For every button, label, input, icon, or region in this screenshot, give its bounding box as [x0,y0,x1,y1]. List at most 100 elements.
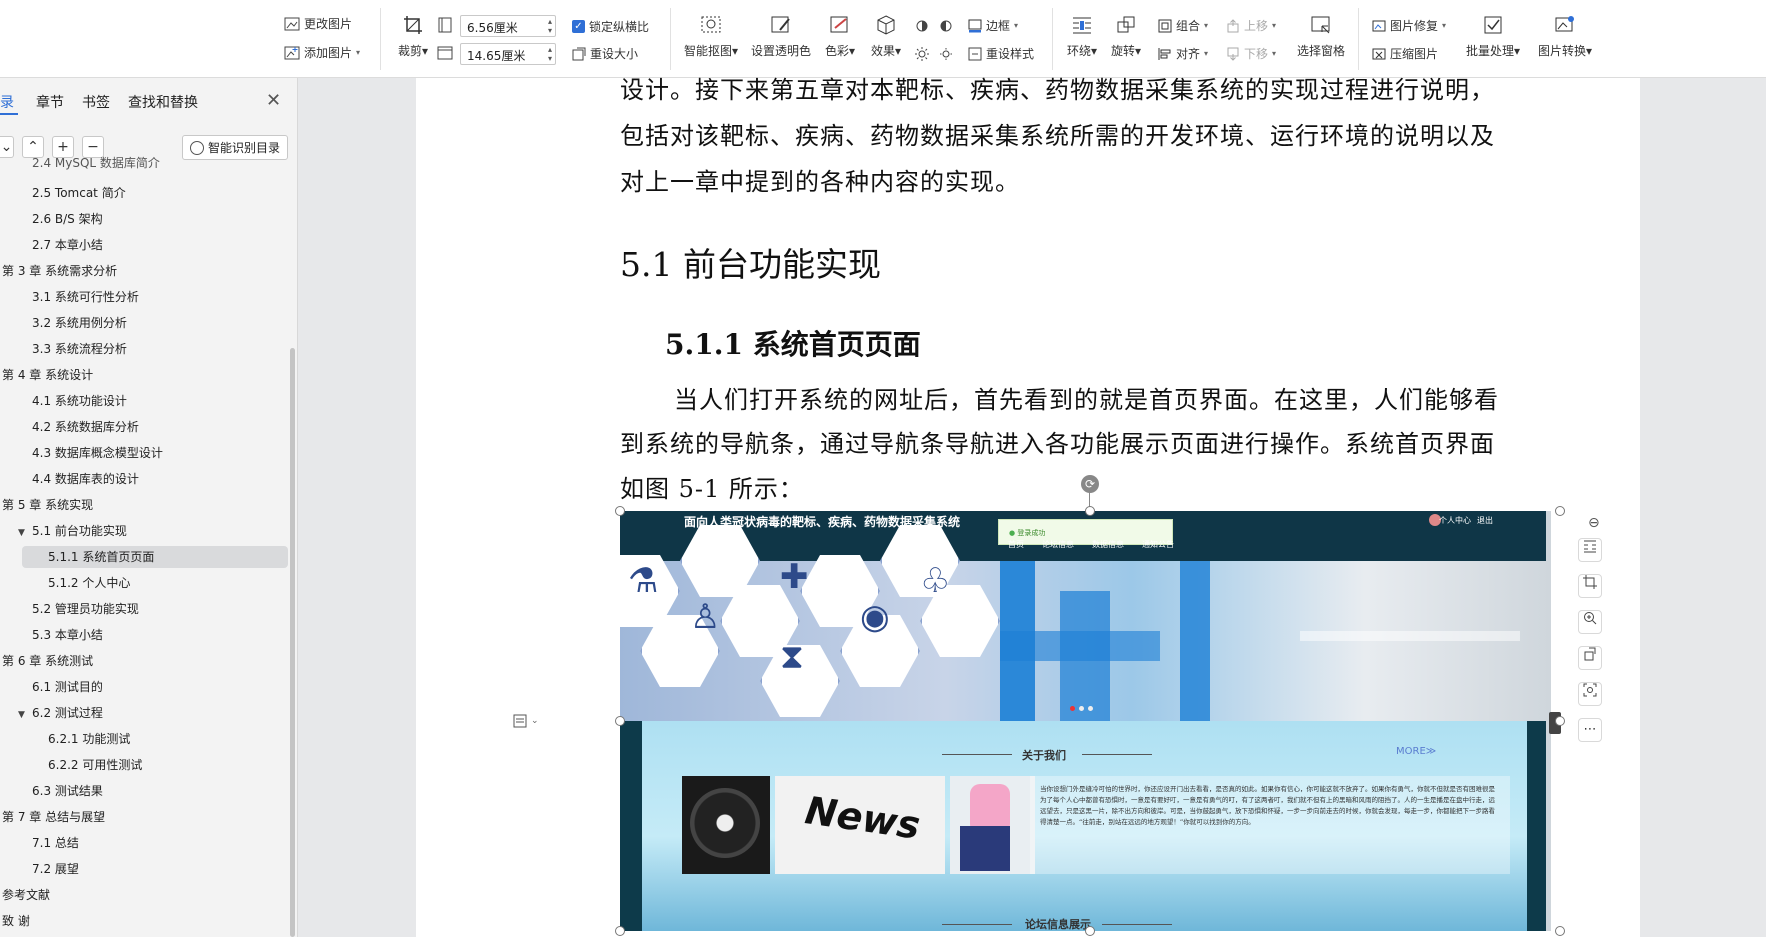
width-input[interactable]: 6.56厘米 ▴ ▾ [460,15,556,37]
lock-ratio-checkbox[interactable]: ✓ 锁定纵横比 [572,18,649,35]
rotate-float-button[interactable] [1578,646,1602,670]
toc-item[interactable]: 参考文献 [2,884,50,906]
heading-1[interactable]: 5.1 前台功能实现 [620,238,881,286]
sun-icon[interactable] [914,46,930,62]
toc-item[interactable]: 2.6 B/S 架构 [32,208,103,230]
effects-button[interactable]: 效果▾ [866,14,906,59]
toc-item[interactable]: 2.7 本章小结 [32,234,103,256]
resize-handle-sw[interactable] [615,926,625,936]
body-text-line[interactable]: 对上一章中提到的各种内容的实现。 [620,162,1020,197]
expand-toggle-icon[interactable]: ▼ [18,704,32,726]
toc-item[interactable]: 2.5 Tomcat 简介 [32,182,126,204]
resize-handle-nw[interactable] [615,506,625,516]
resize-handle-w[interactable] [615,716,625,726]
brightness-up-icon[interactable] [914,18,930,34]
toc-item[interactable]: 6.3 测试结果 [32,780,103,802]
smart-toc-button[interactable]: 智能识别目录 [182,135,289,160]
toc-item[interactable]: 6.2.1 功能测试 [48,728,130,750]
heading-2[interactable]: 5.1.1 系统首页页面 [665,323,921,363]
add-picture-button[interactable]: 添加图片 ▾ [284,44,360,61]
toc-item[interactable]: 致 谢 [2,910,30,932]
toc-item-partial[interactable]: 2.4 MySQL 数据库简介 [32,156,160,170]
toc-item[interactable]: 3.3 系统流程分析 [32,338,127,360]
toc-item[interactable]: 6.1 测试目的 [32,676,103,698]
tab-chapter[interactable]: 章节 [36,92,64,112]
compress-picture-button[interactable]: 压缩图片 [1372,45,1438,62]
crop-float-button[interactable] [1578,574,1602,598]
resize-handle-s[interactable] [1085,926,1095,936]
embedded-screenshot-image[interactable]: 面向人类冠状病毒的靶标、疾病、药物数据采集系统 个人中心 退出 ● 登录成功 首… [620,511,1551,931]
toc-item[interactable]: 5.3 本章小结 [32,624,103,646]
checkbox-checked-icon[interactable]: ✓ [572,20,585,33]
toc-item[interactable]: 5.1.1 系统首页页面 [22,546,288,568]
reset-style-button[interactable]: 重设样式 [968,45,1034,62]
toc-item[interactable]: 7.1 总结 [32,832,79,854]
selection-pane-button[interactable]: 选择窗格 [1294,14,1348,59]
toc-item[interactable]: 4.2 系统数据库分析 [32,416,139,438]
send-backward-button[interactable]: 下移 ▾ [1226,45,1276,62]
toc-item[interactable]: 5.2 管理员功能实现 [32,598,139,620]
more-float-button[interactable]: ⋯ [1578,718,1602,742]
toc-item[interactable]: ▼第 4 章 系统设计 [0,364,93,386]
zoom-in-float-button[interactable] [1578,610,1602,634]
change-picture-button[interactable]: 更改图片 [284,15,352,32]
smart-cutout-button[interactable]: 智能抠图▾ [680,14,742,59]
resize-handle-n[interactable] [1085,506,1095,516]
toc-item[interactable]: 3.2 系统用例分析 [32,312,127,334]
wrap-layout-float-button[interactable] [1578,538,1602,562]
toc-item[interactable]: 4.3 数据库概念模型设计 [32,442,163,464]
body-text-line[interactable]: 设计。接下来第五章对本靶标、疾病、药物数据采集系统的实现过程进行说明， [620,70,1495,105]
tab-toc[interactable]: 录 [0,92,14,112]
sun-dim-icon[interactable] [938,46,954,62]
resize-handle-ne[interactable] [1555,506,1565,516]
remove-heading-button[interactable]: − [82,136,104,158]
height-input[interactable]: 14.65厘米 ▴ ▾ [460,43,556,65]
toc-item[interactable]: ▼第 6 章 系统测试 [0,650,93,672]
smart-cutout-float-button[interactable] [1578,682,1602,706]
toc-item[interactable]: ▼第 3 章 系统需求分析 [0,260,117,282]
spinner-arrows-icon[interactable]: ▴ ▾ [548,17,552,35]
close-icon[interactable]: ✕ [266,90,281,111]
group-button[interactable]: 组合 ▾ [1158,17,1208,34]
spinner-arrows-icon[interactable]: ▴ ▾ [548,45,552,63]
layout-options-button[interactable]: ⌄ [512,713,539,729]
resize-handle-se[interactable] [1555,926,1565,936]
tab-find-replace[interactable]: 查找和替换 [128,92,198,112]
resize-handle-e[interactable] [1555,716,1565,726]
contrast-icon[interactable] [938,18,954,34]
toc-item[interactable]: 4.4 数据库表的设计 [32,468,139,490]
toc-item[interactable]: 4.1 系统功能设计 [32,390,127,412]
body-text-line[interactable]: 到系统的导航条，通过导航条导航进入各功能展示页面进行操作。系统首页界面 [620,424,1495,459]
align-button[interactable]: 对齐 ▾ [1158,45,1208,62]
collapse-all-button[interactable]: ⌄ [0,136,14,158]
crop-button[interactable]: 裁剪▾ [392,14,434,59]
picture-convert-button[interactable]: 图片转换▾ [1534,14,1596,59]
set-transparent-button[interactable]: 设置透明色 [750,14,812,59]
sidebar-scrollbar[interactable] [290,348,295,937]
border-button[interactable]: 边框 ▾ [968,17,1018,34]
expand-toggle-icon[interactable]: ▼ [18,522,32,544]
toc-item[interactable]: 6.2.2 可用性测试 [48,754,142,776]
toc-item[interactable]: 7.2 展望 [32,858,79,880]
body-text-line[interactable]: 如图 5-1 所示： [620,469,804,504]
toc-item[interactable]: 5.1.2 个人中心 [48,572,130,594]
chevron-up-button[interactable]: ⌃ [22,136,44,158]
color-button[interactable]: 色彩▾ [820,14,860,59]
tab-bookmark[interactable]: 书签 [82,92,110,112]
rotate-handle-icon[interactable]: ⟳ [1081,475,1099,493]
bring-forward-button[interactable]: 上移 ▾ [1226,17,1276,34]
toc-item[interactable]: 3.1 系统可行性分析 [32,286,139,308]
batch-process-button[interactable]: 批量处理▾ [1462,14,1524,59]
add-heading-button[interactable]: + [52,136,74,158]
collapse-float-toolbar-icon[interactable]: ⊖ [1588,515,1600,531]
body-text-line[interactable]: 包括对该靶标、疾病、药物数据采集系统所需的开发环境、运行环境的说明以及 [620,116,1495,151]
toc-item[interactable]: ▼ 6.2 测试过程 [18,702,103,724]
rotate-button[interactable]: 旋转▾ [1106,14,1146,59]
body-text-line[interactable]: 当人们打开系统的网址后，首先看到的就是首页界面。在这里，人们能够看 [674,380,1499,415]
toc-item[interactable]: ▼第 7 章 总结与展望 [0,806,105,828]
toc-item[interactable]: ▼ 5.1 前台功能实现 [18,520,127,542]
picture-repair-button[interactable]: 图片修复 ▾ [1372,17,1446,34]
wrap-button[interactable]: 环绕▾ [1062,14,1102,59]
toc-item[interactable]: ▼第 5 章 系统实现 [0,494,93,516]
reset-size-button[interactable]: 重设大小 [572,45,638,62]
